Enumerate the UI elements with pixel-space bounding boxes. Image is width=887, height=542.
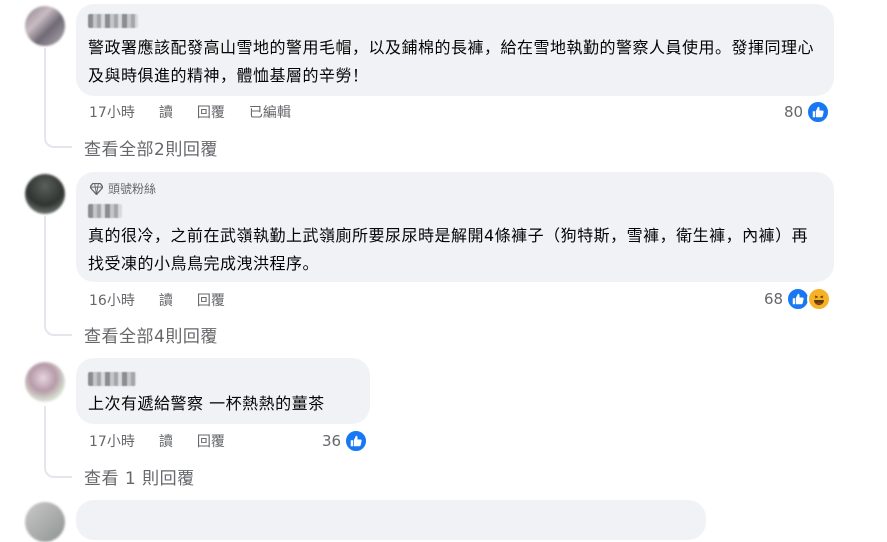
reply-button[interactable]: 回覆: [197, 102, 225, 122]
comment-bubble: [76, 500, 706, 540]
view-replies-link[interactable]: 查看 1 則回覆: [84, 464, 195, 489]
reaction-count: 68: [764, 290, 784, 308]
reaction-summary[interactable]: 36: [322, 429, 369, 453]
comment-actions: 17小時 讀 回覆: [89, 431, 249, 451]
avatar[interactable]: [25, 6, 65, 46]
top-fan-icon: [90, 182, 103, 195]
reply-button[interactable]: 回覆: [197, 431, 225, 451]
comment-timestamp[interactable]: 17小時: [89, 102, 135, 122]
avatar[interactable]: [25, 174, 65, 214]
view-replies-link[interactable]: 查看全部2則回覆: [84, 135, 218, 160]
commenter-name-blurred[interactable]: [88, 372, 136, 386]
reply-button[interactable]: 回覆: [197, 290, 225, 310]
comment-actions: 17小時 讀 回覆 已編輯: [89, 102, 315, 122]
read-button[interactable]: 讀: [159, 102, 173, 122]
read-button[interactable]: 讀: [159, 431, 173, 451]
comment-timestamp[interactable]: 17小時: [89, 431, 135, 451]
reaction-count: 80: [784, 103, 804, 121]
thread-elbow: [44, 452, 72, 478]
avatar[interactable]: [25, 502, 65, 542]
reaction-summary[interactable]: 80: [784, 100, 831, 124]
comment-text: 警政署應該配發高山雪地的警用毛帽，以及鋪棉的長褲，給在雪地執勤的警察人員使用。發…: [88, 38, 815, 85]
view-replies-link[interactable]: 查看全部4則回覆: [84, 322, 218, 347]
like-icon: [344, 429, 369, 453]
reaction-summary[interactable]: 68: [764, 287, 832, 311]
avatar[interactable]: [25, 362, 65, 402]
thread-elbow: [44, 118, 72, 148]
comment-text: 上次有遞給警察 一杯熱熱的薑茶: [88, 394, 325, 413]
thread-elbow: [44, 304, 72, 336]
badge-label: 頭號粉絲: [108, 182, 157, 196]
reaction-count: 36: [322, 432, 342, 450]
top-fan-badge[interactable]: 頭號粉絲: [90, 180, 156, 197]
commenter-name-blurred[interactable]: [88, 14, 138, 28]
comment-actions: 16小時 讀 回覆: [89, 290, 249, 310]
read-button[interactable]: 讀: [159, 290, 173, 310]
comment-bubble: 上次有遞給警察 一杯熱熱的薑茶: [76, 358, 370, 424]
thread-line: [44, 216, 46, 316]
comment-bubble: 頭號粉絲 真的很冷，之前在武嶺執勤上武嶺廁所要尿尿時是解開4條褲子（狗特斯，雪褲…: [76, 172, 834, 282]
haha-icon: [807, 287, 832, 311]
commenter-name-blurred[interactable]: [88, 204, 122, 218]
comment-timestamp[interactable]: 16小時: [89, 290, 135, 310]
comment-bubble: 警政署應該配發高山雪地的警用毛帽，以及鋪棉的長褲，給在雪地執勤的警察人員使用。發…: [76, 4, 834, 96]
edited-label[interactable]: 已編輯: [249, 102, 291, 122]
comment-text: 真的很冷，之前在武嶺執勤上武嶺廁所要尿尿時是解開4條褲子（狗特斯，雪褲，衛生褲，…: [88, 226, 809, 273]
like-icon: [806, 100, 831, 124]
